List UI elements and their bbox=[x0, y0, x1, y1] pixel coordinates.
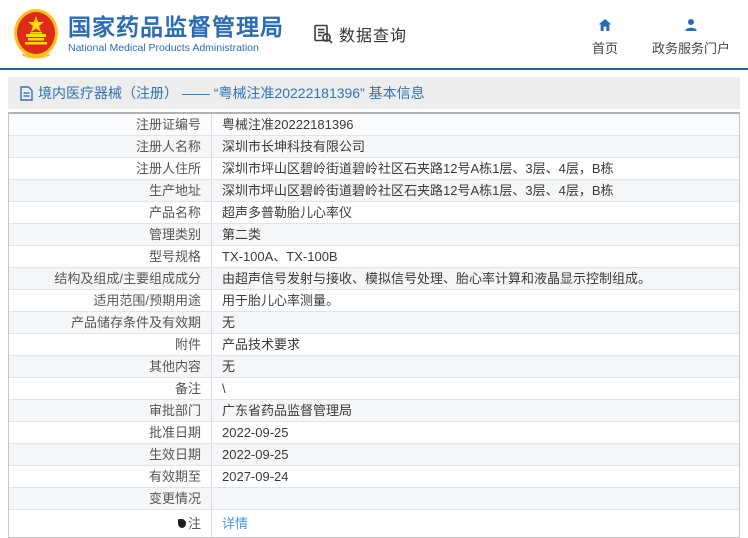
table-row: 生效日期2022-09-25 bbox=[9, 444, 739, 466]
row-label: 批准日期 bbox=[9, 422, 212, 443]
table-row: 其他内容无 bbox=[9, 356, 739, 378]
row-label: 附件 bbox=[9, 334, 212, 355]
table-row: 注册证编号粤械注准20222181396 bbox=[9, 114, 739, 136]
row-value: TX-100A、TX-100B bbox=[212, 246, 739, 267]
data-query-icon bbox=[312, 23, 334, 45]
table-row: 产品储存条件及有效期无 bbox=[9, 312, 739, 334]
row-label: 其他内容 bbox=[9, 356, 212, 377]
row-value: 粤械注准20222181396 bbox=[212, 114, 739, 135]
table-row: 注册人住所深圳市坪山区碧岭街道碧岭社区石夹路12号A栋1层、3层、4层，B栋 bbox=[9, 158, 739, 180]
user-icon bbox=[683, 17, 699, 33]
row-label: 注 bbox=[9, 510, 212, 537]
row-label: 生产地址 bbox=[9, 180, 212, 201]
breadcrumb-text: 境内医疗器械（注册） —— “粤械注准20222181396” 基本信息 bbox=[38, 83, 425, 103]
row-label: 注册证编号 bbox=[9, 114, 212, 135]
info-table: 注册证编号粤械注准20222181396注册人名称深圳市长坤科技有限公司注册人住… bbox=[8, 112, 740, 538]
details-link[interactable]: 详情 bbox=[222, 510, 248, 537]
row-value: 由超声信号发射与接收、模拟信号处理、胎心率计算和液晶显示控制组成。 bbox=[212, 268, 739, 289]
row-value: 2022-09-25 bbox=[212, 444, 739, 465]
nav-item-label: 首页 bbox=[592, 38, 618, 57]
row-label: 结构及组成/主要组成成分 bbox=[9, 268, 212, 289]
row-label: 变更情况 bbox=[9, 488, 212, 509]
row-label: 审批部门 bbox=[9, 400, 212, 421]
row-label: 注册人名称 bbox=[9, 136, 212, 157]
row-value: \ bbox=[212, 378, 739, 399]
table-row: 产品名称超声多普勒胎儿心率仪 bbox=[9, 202, 739, 224]
table-row: 注册人名称深圳市长坤科技有限公司 bbox=[9, 136, 739, 158]
row-value: 详情 bbox=[212, 510, 739, 537]
table-row: 附件产品技术要求 bbox=[9, 334, 739, 356]
row-label: 有效期至 bbox=[9, 466, 212, 487]
row-value: 第二类 bbox=[212, 224, 739, 245]
row-value: 无 bbox=[212, 312, 739, 333]
row-label: 产品名称 bbox=[9, 202, 212, 223]
table-row: 结构及组成/主要组成成分由超声信号发射与接收、模拟信号处理、胎心率计算和液晶显示… bbox=[9, 268, 739, 290]
table-row: 有效期至2027-09-24 bbox=[9, 466, 739, 488]
header-nav: 首页 政务服务门户 bbox=[592, 17, 730, 57]
nav-item-label: 政务服务门户 bbox=[652, 38, 730, 57]
row-label: 注册人住所 bbox=[9, 158, 212, 179]
header-divider bbox=[0, 68, 748, 70]
row-value: 超声多普勒胎儿心率仪 bbox=[212, 202, 739, 223]
table-row: 批准日期2022-09-25 bbox=[9, 422, 739, 444]
row-label: 管理类别 bbox=[9, 224, 212, 245]
home-icon bbox=[597, 17, 613, 33]
document-icon bbox=[20, 86, 33, 101]
table-row: 型号规格TX-100A、TX-100B bbox=[9, 246, 739, 268]
nav-item-portal[interactable]: 政务服务门户 bbox=[652, 17, 730, 57]
row-label: 生效日期 bbox=[9, 444, 212, 465]
row-label: 备注 bbox=[9, 378, 212, 399]
national-emblem-icon bbox=[12, 7, 60, 61]
row-value: 深圳市长坤科技有限公司 bbox=[212, 136, 739, 157]
site-header: 国家药品监督管理局 National Medical Products Admi… bbox=[0, 0, 748, 68]
row-label: 型号规格 bbox=[9, 246, 212, 267]
breadcrumb: 境内医疗器械（注册） —— “粤械注准20222181396” 基本信息 bbox=[8, 77, 740, 109]
row-value: 深圳市坪山区碧岭街道碧岭社区石夹路12号A栋1层、3层、4层，B栋 bbox=[212, 158, 739, 179]
table-row: 管理类别第二类 bbox=[9, 224, 739, 246]
row-value: 无 bbox=[212, 356, 739, 377]
table-row: 生产地址深圳市坪山区碧岭街道碧岭社区石夹路12号A栋1层、3层、4层，B栋 bbox=[9, 180, 739, 202]
row-value: 2027-09-24 bbox=[212, 466, 739, 487]
table-row: 变更情况 bbox=[9, 488, 739, 510]
data-query-label: 数据查询 bbox=[339, 22, 407, 46]
row-value: 产品技术要求 bbox=[212, 334, 739, 355]
data-query-button[interactable]: 数据查询 bbox=[312, 22, 407, 46]
row-value: 2022-09-25 bbox=[212, 422, 739, 443]
row-label: 适用范围/预期用途 bbox=[9, 290, 212, 311]
brand-text: 国家药品监督管理局 National Medical Products Admi… bbox=[68, 14, 284, 54]
note-bulb-icon bbox=[178, 519, 186, 528]
site-subtitle: National Medical Products Administration bbox=[68, 42, 284, 54]
table-row: 备注\ bbox=[9, 378, 739, 400]
table-row: 审批部门广东省药品监督管理局 bbox=[9, 400, 739, 422]
row-value: 广东省药品监督管理局 bbox=[212, 400, 739, 421]
nav-item-home[interactable]: 首页 bbox=[592, 17, 618, 57]
row-value: 用于胎儿心率测量。 bbox=[212, 290, 739, 311]
table-row: 注详情 bbox=[9, 510, 739, 537]
row-value: 深圳市坪山区碧岭街道碧岭社区石夹路12号A栋1层、3层、4层，B栋 bbox=[212, 180, 739, 201]
site-title: 国家药品监督管理局 bbox=[68, 14, 284, 40]
table-row: 适用范围/预期用途用于胎儿心率测量。 bbox=[9, 290, 739, 312]
row-label: 产品储存条件及有效期 bbox=[9, 312, 212, 333]
brand: 国家药品监督管理局 National Medical Products Admi… bbox=[12, 7, 284, 61]
row-value bbox=[212, 488, 739, 509]
